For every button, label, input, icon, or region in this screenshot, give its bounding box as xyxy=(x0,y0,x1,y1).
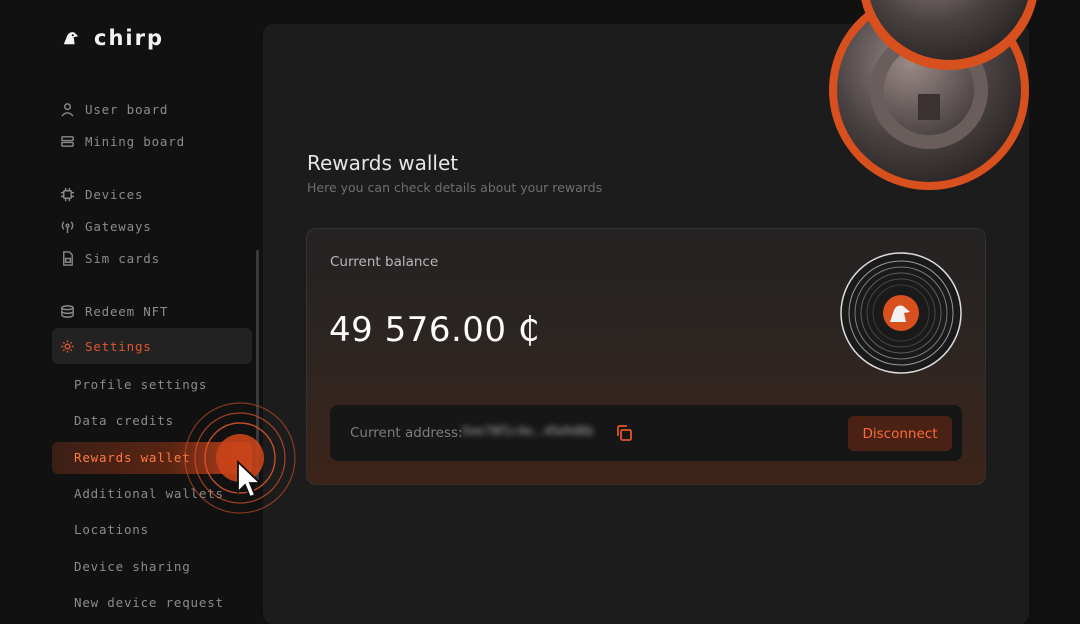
page-subtitle: Here you can check details about your re… xyxy=(307,180,603,195)
brand-logo[interactable]: chirp xyxy=(62,26,164,50)
sidebar-item-user-board[interactable]: User board xyxy=(60,102,168,117)
sidebar-item-label: Devices xyxy=(85,187,144,202)
sidebar-subitem-profile-settings[interactable]: Profile settings xyxy=(74,377,207,392)
antenna-icon xyxy=(61,221,74,234)
chirp-bird-icon xyxy=(63,32,79,45)
copy-icon[interactable] xyxy=(615,424,633,442)
sidebar-item-devices[interactable]: Devices xyxy=(60,187,143,202)
user-icon xyxy=(61,103,74,117)
sidebar-item-label: Gateways xyxy=(85,219,152,234)
sidebar-subitem-data-credits[interactable]: Data credits xyxy=(74,413,174,428)
sidebar-item-mining-board[interactable]: Mining board xyxy=(60,134,185,149)
sim-icon xyxy=(63,251,73,266)
disconnect-button[interactable]: Disconnect xyxy=(848,416,952,451)
coin-badge-icon xyxy=(840,252,962,374)
balance-label: Current balance xyxy=(330,254,439,270)
sidebar-item-label: Sim cards xyxy=(85,251,160,266)
sidebar-subitem-new-device-request[interactable]: New device request xyxy=(74,595,224,610)
sidebar-item-settings[interactable]: Settings xyxy=(52,328,252,364)
sidebar-item-label: Mining board xyxy=(85,134,185,149)
chip-icon xyxy=(60,187,75,202)
balance-amount: 49 576.00 ₵ xyxy=(329,310,540,350)
balance-value: 49 576.00 xyxy=(329,310,507,350)
decorative-coins-icon xyxy=(829,0,1037,190)
gear-icon xyxy=(61,339,74,353)
sidebar-item-label: Redeem NFT xyxy=(85,304,169,319)
sidebar-item-label: Settings xyxy=(85,338,152,354)
sidebar-item-label: User board xyxy=(85,102,169,117)
currency-symbol: ₵ xyxy=(517,310,540,350)
mouse-pointer-icon xyxy=(237,460,263,499)
address-label: Current address: xyxy=(350,425,463,441)
mining-icon xyxy=(61,136,74,147)
database-icon xyxy=(61,305,74,318)
sidebar-item-gateways[interactable]: Gateways xyxy=(60,219,152,234)
sidebar-subitem-device-sharing[interactable]: Device sharing xyxy=(74,559,191,574)
address-value: 0xe78f1c4e...4fa9d8b xyxy=(462,424,594,438)
sidebar-item-redeem-nft[interactable]: Redeem NFT xyxy=(60,304,168,319)
brand-name: chirp xyxy=(94,26,164,50)
sidebar-subitem-locations[interactable]: Locations xyxy=(74,522,149,537)
sidebar-item-sim-cards[interactable]: Sim cards xyxy=(60,251,160,266)
page-title: Rewards wallet xyxy=(307,151,459,175)
